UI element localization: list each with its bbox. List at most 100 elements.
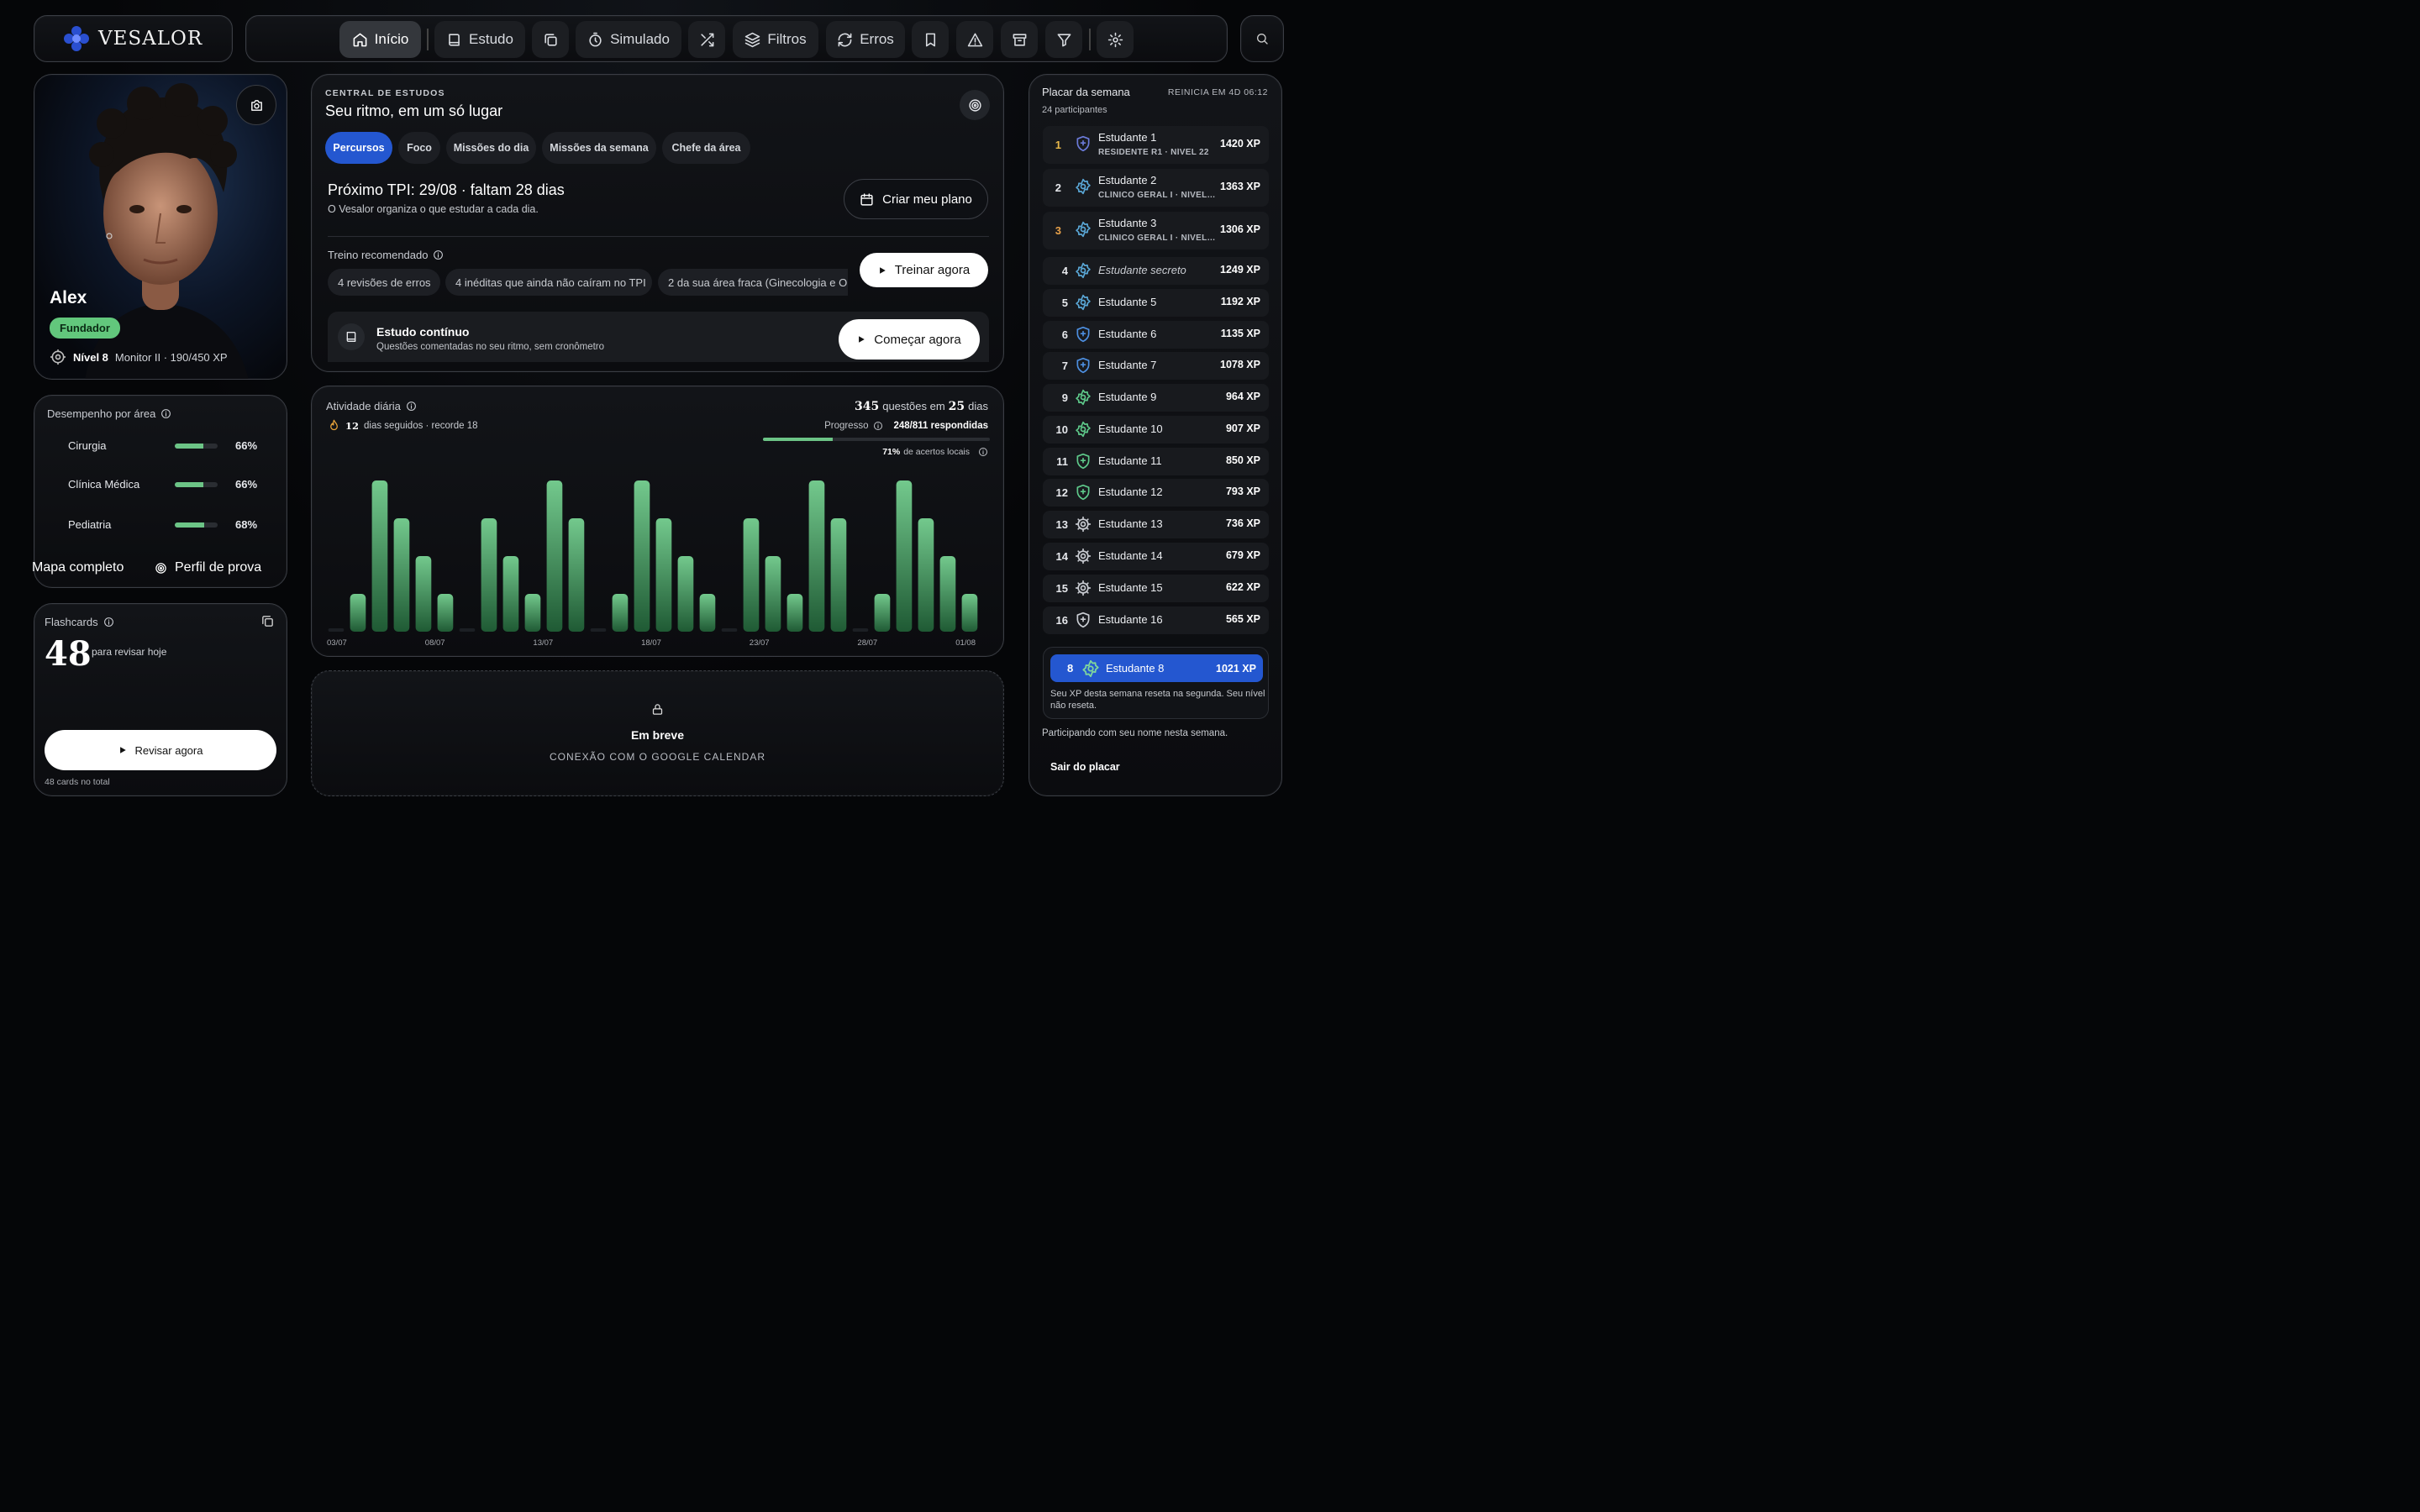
nav-simulado[interactable]: Simulado: [576, 21, 681, 58]
activity-bar[interactable]: [437, 594, 454, 632]
recommendation-chip[interactable]: 4 revisões de erros: [328, 269, 440, 296]
activity-bar[interactable]: [721, 628, 738, 632]
activity-bar[interactable]: [590, 628, 607, 632]
nav-alert[interactable]: [956, 21, 993, 58]
nav-erros[interactable]: Erros: [826, 21, 905, 58]
activity-bar[interactable]: [939, 556, 956, 632]
activity-bar[interactable]: [371, 480, 388, 632]
my-rank-name: Estudante 8: [1106, 662, 1165, 675]
cards-icon[interactable]: [260, 614, 275, 628]
activity-bar[interactable]: [634, 480, 650, 632]
activity-bar[interactable]: [918, 518, 934, 632]
goal-button[interactable]: [960, 90, 990, 120]
leaderboard-row[interactable]: 15 Estudante 15 622 XP: [1043, 575, 1269, 602]
nav-estudo[interactable]: Estudo: [434, 21, 525, 58]
nav-bookmark[interactable]: [912, 21, 949, 58]
activity-bar[interactable]: [459, 628, 476, 632]
nav-filtros[interactable]: Filtros: [733, 21, 818, 58]
info-icon[interactable]: [406, 401, 417, 412]
leaderboard-row[interactable]: 16 Estudante 16 565 XP: [1043, 606, 1269, 634]
info-icon[interactable]: [873, 421, 883, 431]
activity-bar[interactable]: [743, 518, 760, 632]
activity-bar[interactable]: [808, 480, 825, 632]
daily-activity-card: Atividade diária 12 dias seguidos · reco…: [311, 386, 1004, 657]
activity-bar[interactable]: [830, 518, 847, 632]
leaderboard-row[interactable]: 13 Estudante 13 736 XP: [1043, 511, 1269, 538]
train-now-button[interactable]: Treinar agora: [860, 253, 988, 287]
leaderboard-row[interactable]: 2 Estudante 2 CLÍNICO GERAL I · NÍVEL 21 13…: [1043, 169, 1269, 207]
badge-icon: [1075, 178, 1092, 195]
nav-shuffle[interactable]: [688, 21, 725, 58]
activity-bar[interactable]: [350, 594, 366, 632]
activity-bar[interactable]: [328, 628, 345, 632]
create-plan-button[interactable]: Criar meu plano: [844, 179, 988, 219]
tab-missoes-dia[interactable]: Missões do dia: [446, 132, 536, 164]
start-now-button[interactable]: Começar agora: [839, 319, 980, 360]
x-tick-label: 08/07: [425, 638, 445, 648]
leaderboard-row[interactable]: 14 Estudante 14 679 XP: [1043, 543, 1269, 570]
leaderboard-row[interactable]: 3 Estudante 3 CLÍNICO GERAL I · NÍVEL 20 13…: [1043, 212, 1269, 249]
review-now-button[interactable]: Revisar agora: [45, 730, 276, 770]
leaderboard-rank: 15: [1055, 582, 1068, 595]
performance-row[interactable]: Cirurgia 66%: [68, 439, 257, 452]
activity-bar[interactable]: [415, 556, 432, 632]
brand-logo[interactable]: VESALOR: [34, 15, 233, 62]
change-photo-button[interactable]: [236, 85, 276, 125]
performance-row[interactable]: Pediatria 68%: [68, 518, 257, 531]
activity-bar[interactable]: [655, 518, 672, 632]
info-icon[interactable]: [103, 617, 114, 627]
activity-bar[interactable]: [786, 594, 803, 632]
leaderboard-row[interactable]: 12 Estudante 12 793 XP: [1043, 479, 1269, 507]
nav-inicio[interactable]: Início: [339, 21, 421, 58]
leaderboard-row[interactable]: 6 Estudante 6 1135 XP: [1043, 321, 1269, 349]
nav-archive[interactable]: [1001, 21, 1038, 58]
nav-cards[interactable]: [532, 21, 569, 58]
area-progress-fill: [175, 522, 204, 528]
performance-row[interactable]: Clínica Médica 66%: [68, 478, 257, 491]
leaderboard-row[interactable]: 7 Estudante 7 1078 XP: [1043, 352, 1269, 380]
leaderboard-row[interactable]: 11 Estudante 11 850 XP: [1043, 448, 1269, 475]
map-link[interactable]: Mapa completo: [32, 560, 124, 575]
activity-bar[interactable]: [677, 556, 694, 632]
activity-bar[interactable]: [481, 518, 497, 632]
activity-bar[interactable]: [699, 594, 716, 632]
activity-bar[interactable]: [896, 480, 913, 632]
leaderboard-row[interactable]: 5 Estudante 5 1192 XP: [1043, 289, 1269, 317]
leaderboard-xp: 1363 XP: [1220, 181, 1260, 192]
leaderboard-row[interactable]: 9 Estudante 9 964 XP: [1043, 384, 1269, 412]
activity-bar[interactable]: [568, 518, 585, 632]
tab-percursos[interactable]: Percursos: [325, 132, 392, 164]
recommendation-chip[interactable]: 4 inéditas que ainda não caíram no TPI: [445, 269, 652, 296]
tab-missoes-semana[interactable]: Missões da semana: [542, 132, 656, 164]
nav-filter[interactable]: [1045, 21, 1082, 58]
activity-bar[interactable]: [612, 594, 629, 632]
leaderboard-row[interactable]: 1 Estudante 1 RESIDENTE R1 · NÍVEL 22 1420 …: [1043, 126, 1269, 164]
recommendation-chip[interactable]: 2 da sua área fraca (Ginecologia e Ob: [658, 269, 848, 296]
activity-bar[interactable]: [393, 518, 410, 632]
info-icon[interactable]: [160, 408, 171, 419]
main-nav: Início Estudo Simulado Filtros Erros: [245, 15, 1228, 62]
activity-bar[interactable]: [524, 594, 541, 632]
activity-bar[interactable]: [852, 628, 869, 632]
search-button[interactable]: [1240, 15, 1284, 62]
area-progress-fill: [175, 481, 203, 487]
my-rank-row[interactable]: 8 Estudante 8 1021 XP: [1050, 654, 1263, 682]
leaderboard-row[interactable]: 10 Estudante 10 907 XP: [1043, 416, 1269, 444]
activity-bar[interactable]: [765, 556, 781, 632]
tab-foco[interactable]: Foco: [398, 132, 440, 164]
leaderboard-row[interactable]: 4 Estudante secreto 1249 XP: [1043, 257, 1269, 285]
info-icon[interactable]: [433, 249, 444, 260]
lock-icon: [651, 703, 664, 716]
leaderboard-rank: 14: [1055, 550, 1068, 563]
nav-settings[interactable]: [1097, 21, 1134, 58]
tab-chefe-area[interactable]: Chefe da área: [662, 132, 750, 164]
leaderboard-name: Estudante secreto: [1098, 264, 1186, 276]
activity-bar[interactable]: [546, 480, 563, 632]
exam-profile-link[interactable]: Perfil de prova: [155, 560, 261, 575]
activity-bar[interactable]: [961, 594, 978, 632]
activity-bar[interactable]: [502, 556, 519, 632]
info-icon[interactable]: [978, 447, 988, 457]
continuous-study-row[interactable]: Estudo contínuo Questões comentadas no s…: [328, 312, 989, 362]
activity-bar[interactable]: [874, 594, 891, 632]
leave-leaderboard-button[interactable]: Sair do placar: [1050, 761, 1120, 773]
